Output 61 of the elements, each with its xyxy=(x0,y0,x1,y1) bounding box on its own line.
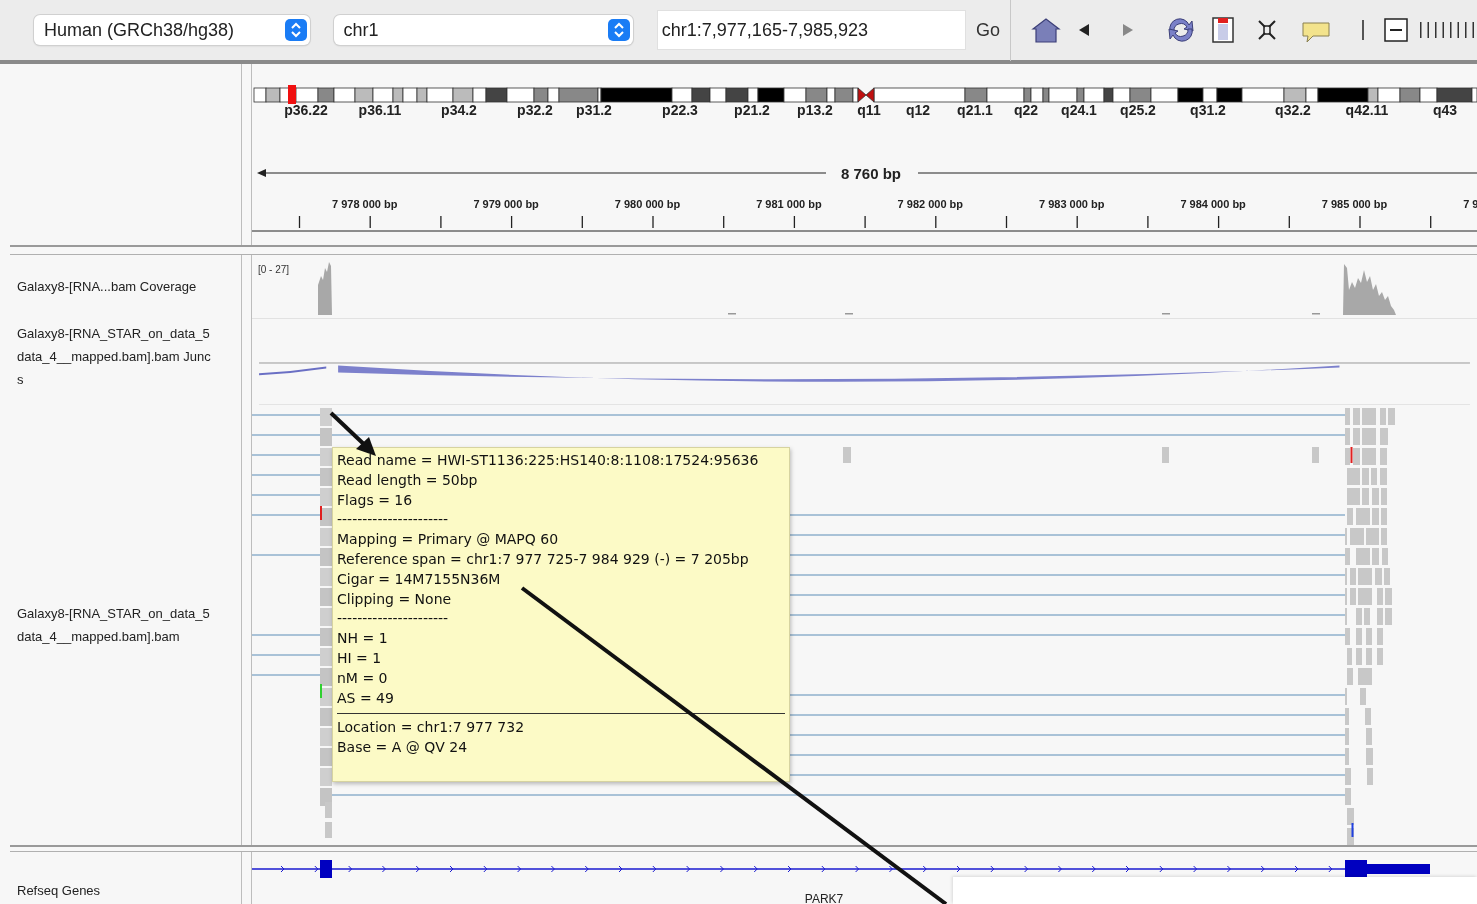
band-label: q43 xyxy=(1432,102,1458,118)
tooltip-text: Flags = 16 xyxy=(337,490,414,510)
band-label: p36.22 xyxy=(284,102,328,118)
coverage-peak xyxy=(318,262,332,315)
coverage-peak xyxy=(1343,264,1396,315)
refresh-icon[interactable] xyxy=(1165,16,1197,44)
band-label: p34.2 xyxy=(441,102,477,118)
tooltip-text: Cigar = 14M7155N36M xyxy=(337,569,502,589)
band-label: p22.3 xyxy=(662,102,698,118)
tick-label: 7 981 000 bp xyxy=(756,198,822,210)
tooltip-text: HI = 1 xyxy=(337,648,383,668)
band-label: q31.2 xyxy=(1190,102,1226,118)
home-icon[interactable] xyxy=(1031,16,1061,44)
band-label: q24.1 xyxy=(1061,102,1097,118)
stepper-icon xyxy=(284,19,307,41)
band-label: q12 xyxy=(905,102,931,118)
tooltip-text: Read length = 50bp xyxy=(337,470,479,490)
tooltip-text: ---------------------- xyxy=(337,510,450,530)
go-button[interactable]: Go xyxy=(970,16,1006,44)
tick-label: 7 984 000 bp xyxy=(1180,198,1246,210)
tooltip-text: AS = 49 xyxy=(337,688,395,708)
track-name: Galaxy8-[RNA_STAR_on_data_5 data_4__mapped.bam].bam xyxy=(16,605,210,646)
band-label: q11 xyxy=(857,102,881,118)
chromosome-select[interactable]: chr1 xyxy=(333,15,633,45)
stepper-icon xyxy=(607,19,630,41)
band-label: p32.2 xyxy=(517,102,553,118)
band-label: q42.11 xyxy=(1345,102,1389,118)
tick-label: 7 979 000 bp xyxy=(473,198,539,210)
tooltip-text: NH = 1 xyxy=(337,629,389,649)
band-label: q32.2 xyxy=(1275,102,1311,118)
tooltip-text: Base = A @ QV 24 xyxy=(337,738,469,758)
region-icon[interactable] xyxy=(1211,16,1235,44)
band-label: p21.2 xyxy=(734,102,770,118)
tick-label: 7 985 000 bp xyxy=(1321,198,1388,210)
tick-label: 7 983 000 bp xyxy=(1039,198,1105,210)
band-label: p31.2 xyxy=(576,102,612,118)
arrow xyxy=(329,411,376,456)
gene-label: PARK7 xyxy=(804,892,844,904)
tooltip-text: ---------------------- xyxy=(337,609,450,629)
tooltip-text: nM = 0 xyxy=(337,668,389,688)
data-range-label: [0 - 27] xyxy=(258,264,290,275)
band-label: q25.2 xyxy=(1120,102,1156,118)
tick-label: 7 982 000 bp xyxy=(897,198,964,210)
tick-label: 7 980 000 bp xyxy=(614,198,681,210)
band-label: q21.1 xyxy=(957,102,993,118)
tooltip-text: Clipping = None xyxy=(337,589,453,609)
tick-label: 7 978 000 bp xyxy=(332,198,398,210)
genome-select[interactable]: Human (GRCh38/hg38) xyxy=(34,15,310,45)
tooltip-text: Reference span = chr1:7 977 725-7 984 929 (-) = 7 205bp xyxy=(337,550,750,569)
tooltip-text: Mapping = Primary @ MAPQ 60 xyxy=(337,530,560,550)
track-name: Refseq Genes xyxy=(16,881,101,900)
track-name: Galaxy8-[RNA...bam Coverage xyxy=(16,278,197,296)
track-name: Galaxy8-[RNA_STAR_on_data_5 data_4__mapped.bam].bam Junc s xyxy=(16,325,211,389)
band-label: q22 xyxy=(1013,102,1039,118)
tooltip-text: Read name = HWI-ST1136:225:HS140:8:1108:17524:95636 xyxy=(337,451,760,470)
zoom-out-icon[interactable] xyxy=(1383,16,1409,44)
span-label: 8 760 bp xyxy=(841,165,901,182)
band-label: p13.2 xyxy=(797,102,833,118)
locus-field[interactable]: chr1:7,977,165-7,985,923 xyxy=(656,10,966,50)
tooltip-text: Location = chr1:7 977 732 xyxy=(337,718,526,738)
band-label: p36.11 xyxy=(358,102,402,118)
